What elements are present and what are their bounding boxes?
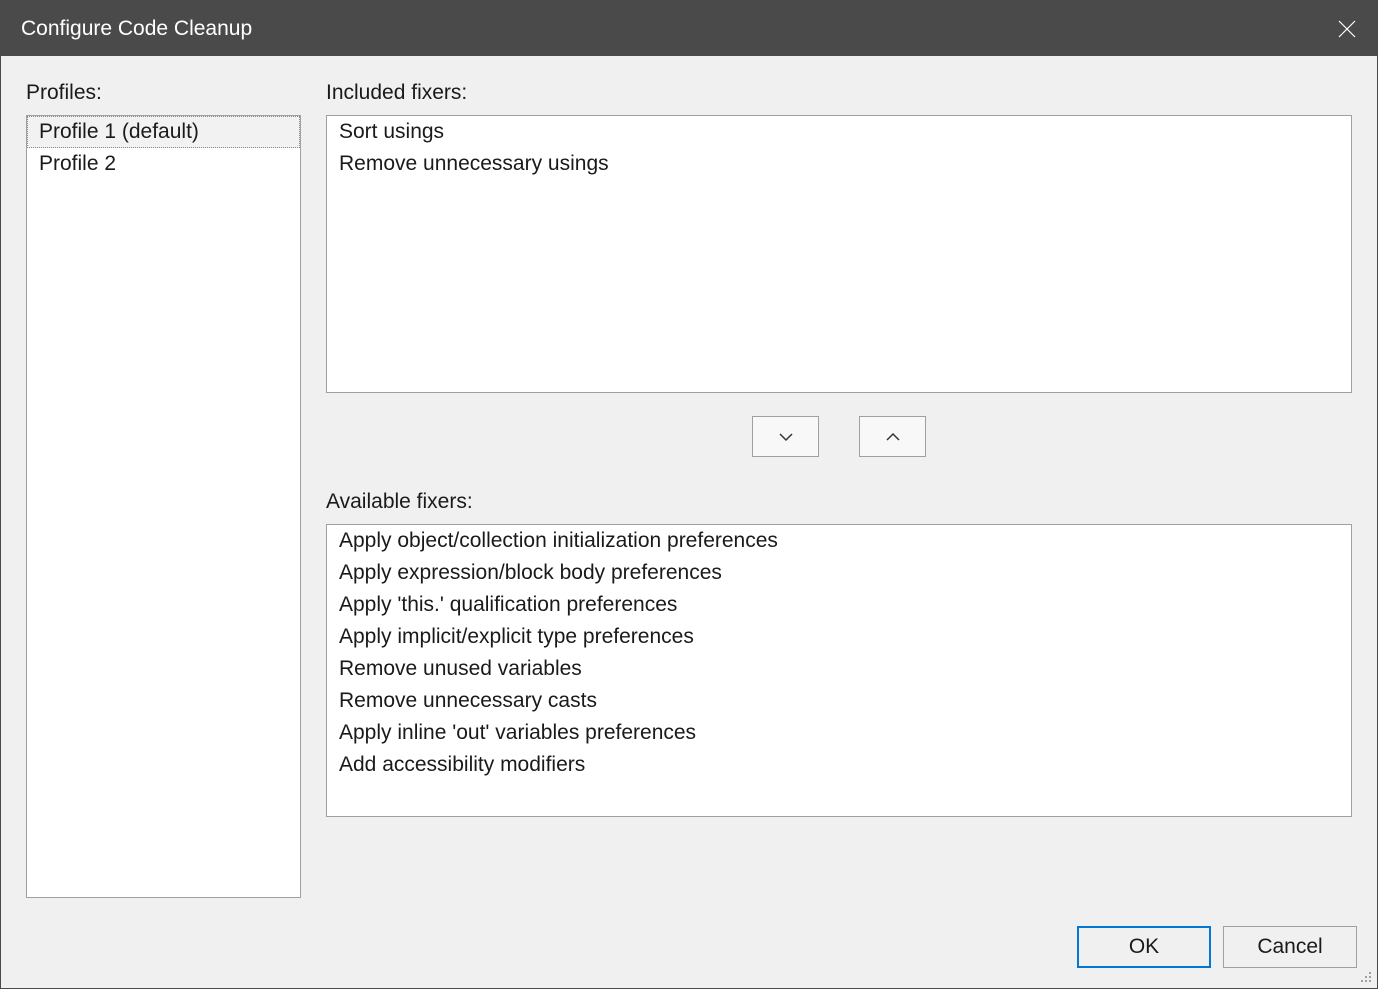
available-fixer-item[interactable]: Apply inline 'out' variables preferences bbox=[327, 717, 1351, 749]
move-down-button[interactable] bbox=[752, 416, 819, 457]
included-fixers-listbox[interactable]: Sort usingsRemove unnecessary usings bbox=[326, 115, 1352, 393]
window-title: Configure Code Cleanup bbox=[21, 17, 252, 41]
chevron-down-icon bbox=[778, 432, 794, 442]
ok-button[interactable]: OK bbox=[1077, 926, 1211, 968]
available-fixer-item[interactable]: Remove unused variables bbox=[327, 653, 1351, 685]
cancel-button[interactable]: Cancel bbox=[1223, 926, 1357, 968]
available-fixers-label: Available fixers: bbox=[326, 490, 1352, 514]
move-buttons-row bbox=[326, 416, 1352, 457]
profile-item[interactable]: Profile 2 bbox=[27, 148, 300, 180]
close-icon bbox=[1338, 20, 1356, 38]
move-up-button[interactable] bbox=[859, 416, 926, 457]
dialog-footer: OK Cancel bbox=[1, 916, 1377, 988]
included-fixers-label: Included fixers: bbox=[326, 81, 1352, 105]
dialog-content: Profiles: Profile 1 (default)Profile 2 I… bbox=[1, 56, 1377, 916]
close-button[interactable] bbox=[1317, 1, 1377, 56]
available-fixer-item[interactable]: Apply object/collection initialization p… bbox=[327, 525, 1351, 557]
profiles-column: Profiles: Profile 1 (default)Profile 2 bbox=[26, 81, 301, 898]
profiles-listbox[interactable]: Profile 1 (default)Profile 2 bbox=[26, 115, 301, 898]
dialog-window: Configure Code Cleanup Profiles: Profile… bbox=[0, 0, 1378, 989]
available-fixer-item[interactable]: Remove unnecessary casts bbox=[327, 685, 1351, 717]
profile-item[interactable]: Profile 1 (default) bbox=[27, 116, 300, 148]
available-fixer-item[interactable]: Add accessibility modifiers bbox=[327, 749, 1351, 781]
available-fixer-item[interactable]: Apply expression/block body preferences bbox=[327, 557, 1351, 589]
profiles-label: Profiles: bbox=[26, 81, 301, 105]
included-fixer-item[interactable]: Sort usings bbox=[327, 116, 1351, 148]
chevron-up-icon bbox=[885, 432, 901, 442]
available-fixer-item[interactable]: Apply 'this.' qualification preferences bbox=[327, 589, 1351, 621]
available-fixers-listbox[interactable]: Apply object/collection initialization p… bbox=[326, 524, 1352, 817]
available-fixer-item[interactable]: Apply implicit/explicit type preferences bbox=[327, 621, 1351, 653]
titlebar: Configure Code Cleanup bbox=[1, 1, 1377, 56]
included-fixer-item[interactable]: Remove unnecessary usings bbox=[327, 148, 1351, 180]
fixers-column: Included fixers: Sort usingsRemove unnec… bbox=[326, 81, 1352, 898]
